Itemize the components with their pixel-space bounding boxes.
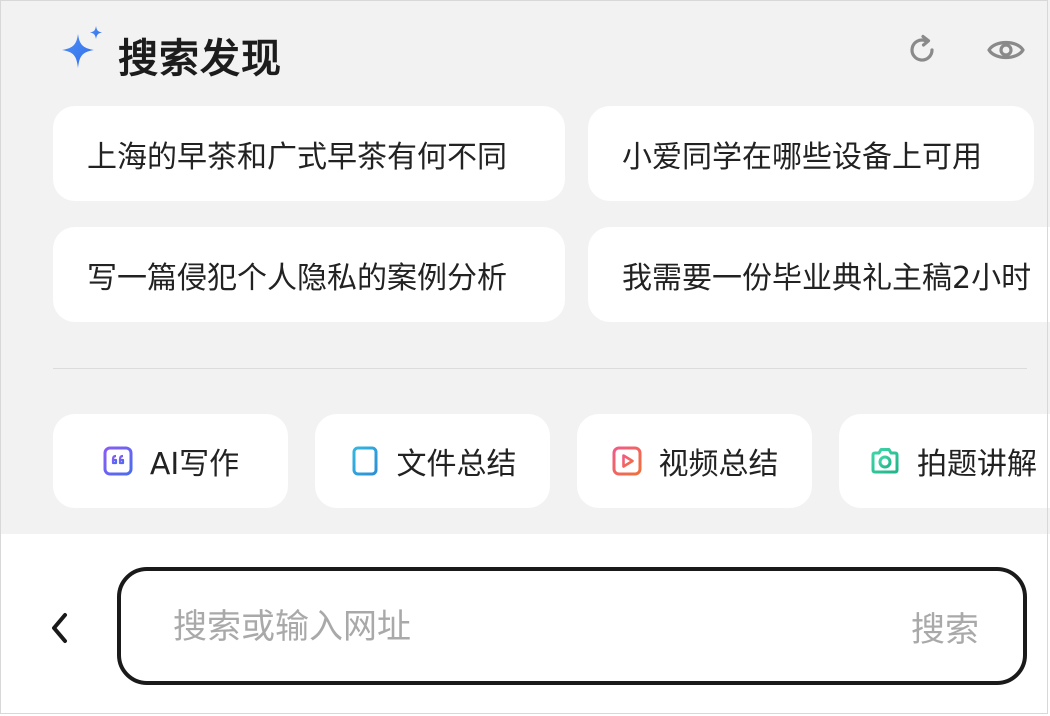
suggestion-text: 我需要一份毕业典礼主稿2小时 <box>622 260 1032 296</box>
page-title: 搜索发现 <box>118 36 282 82</box>
file-summary-button[interactable]: 文件总结 <box>315 414 550 508</box>
tool-label: 拍题讲解 <box>917 447 1037 482</box>
suggestion-chip[interactable]: 我需要一份毕业典礼主稿2小时 <box>588 227 1050 322</box>
suggestion-text: 小爱同学在哪些设备上可用 <box>622 139 982 175</box>
search-input[interactable] <box>171 571 855 683</box>
photo-explain-button[interactable]: 拍题讲解 <box>839 414 1050 508</box>
suggestion-chip[interactable]: 写一篇侵犯个人隐私的案例分析 <box>53 227 565 322</box>
sparkle-icon <box>62 26 102 68</box>
visibility-toggle-button[interactable] <box>986 30 1026 70</box>
video-summary-button[interactable]: 视频总结 <box>577 414 812 508</box>
suggestion-text: 上海的早茶和广式早茶有何不同 <box>87 139 507 175</box>
suggestion-text: 写一篇侵犯个人隐私的案例分析 <box>87 260 507 296</box>
back-button[interactable] <box>40 604 80 652</box>
search-discovery-header: 搜索发现 <box>0 0 1050 100</box>
section-divider <box>53 368 1027 369</box>
bottom-search-bar: 搜索 <box>0 534 1050 716</box>
suggestion-chip[interactable]: 上海的早茶和广式早茶有何不同 <box>53 106 565 201</box>
refresh-icon <box>910 34 934 62</box>
eye-icon <box>987 40 1025 60</box>
refresh-button[interactable] <box>902 30 942 70</box>
chevron-left-icon <box>52 613 67 643</box>
play-icon <box>611 445 643 477</box>
tool-label: 文件总结 <box>396 447 517 482</box>
search-box: 搜索 <box>117 567 1027 685</box>
tool-label: 视频总结 <box>658 447 779 482</box>
suggestion-chip[interactable]: 小爱同学在哪些设备上可用 <box>588 106 1034 201</box>
tool-label: AI写作 <box>149 447 240 482</box>
quote-icon <box>102 445 134 477</box>
document-icon <box>349 445 381 477</box>
ai-writing-button[interactable]: AI写作 <box>53 414 288 508</box>
camera-icon <box>869 445 901 477</box>
search-button[interactable]: 搜索 <box>911 571 979 681</box>
